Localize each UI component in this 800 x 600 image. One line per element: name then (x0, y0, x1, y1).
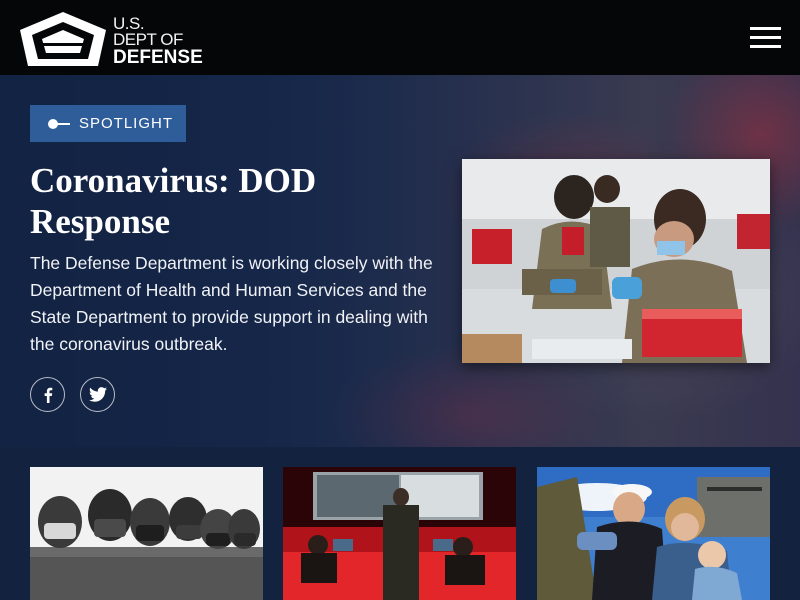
facebook-icon (44, 387, 52, 403)
news-card-2[interactable] (283, 467, 516, 600)
toggle-icon (48, 118, 70, 129)
twitter-share-button[interactable] (80, 377, 115, 412)
photo-sailor-homecoming (537, 467, 770, 600)
logo-line-3: DEFENSE (113, 47, 203, 68)
news-card-1[interactable] (30, 467, 263, 600)
photo-masked-service-members (30, 467, 263, 600)
facebook-share-button[interactable] (30, 377, 65, 412)
spotlight-label: SPOTLIGHT (79, 115, 174, 132)
site-header: U.S. DEPT OF DEFENSE (0, 0, 800, 75)
twitter-icon (88, 387, 107, 402)
hero-title[interactable]: Coronavirus: DOD Response (30, 160, 410, 242)
dod-logo[interactable]: U.S. DEPT OF DEFENSE (18, 10, 208, 68)
logo-line-2: DEPT OF (113, 30, 183, 49)
logo-text: U.S. DEPT OF DEFENSE (113, 15, 203, 68)
hero-image-vaccine[interactable] (462, 159, 770, 363)
photo-vaccine-preparation (462, 159, 770, 363)
hero-description: The Defense Department is working closel… (30, 253, 433, 354)
spotlight-badge[interactable]: SPOTLIGHT (30, 105, 186, 142)
photo-operations-center (283, 467, 516, 600)
news-card-3[interactable] (537, 467, 770, 600)
hamburger-menu-icon[interactable] (750, 27, 781, 49)
pentagon-logo-icon (20, 12, 106, 66)
